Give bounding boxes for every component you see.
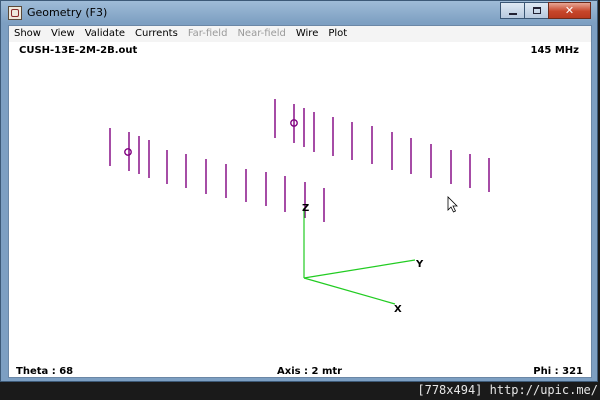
y-axis-line <box>303 259 416 279</box>
minimize-icon <box>509 13 517 15</box>
window-controls: ✕ <box>500 2 591 20</box>
geometry-canvas[interactable]: Z Y X <box>9 26 593 379</box>
mouse-cursor-icon <box>447 196 458 213</box>
geometry-window: Geometry (F3) ✕ Show View Validate Curre… <box>0 0 598 382</box>
axis-scale-readout: Axis : 2 mtr <box>277 366 343 377</box>
maximize-icon <box>533 7 541 14</box>
maximize-button[interactable] <box>524 2 549 19</box>
minimize-button[interactable] <box>500 2 525 19</box>
close-button[interactable]: ✕ <box>548 2 591 19</box>
x-axis-line <box>303 277 396 305</box>
coordinate-axes <box>303 208 416 305</box>
output-file-name: CUSH-13E-2M-2B.out <box>19 45 138 56</box>
close-icon: ✕ <box>564 4 575 17</box>
phi-readout: Phi : 321 <box>533 366 583 377</box>
axis-label-x: X <box>394 304 402 315</box>
window-title: Geometry (F3) <box>27 6 108 19</box>
antenna-wires <box>109 99 490 222</box>
axis-label-z: Z <box>302 203 309 214</box>
client-area: Show View Validate Currents Far-field Ne… <box>8 25 592 378</box>
frequency-label: 145 MHz <box>530 45 580 56</box>
axis-label-y: Y <box>415 259 424 270</box>
geometry-app-icon[interactable] <box>8 6 22 20</box>
front-boom-feed-point-icon <box>124 148 132 156</box>
title-bar[interactable]: Geometry (F3) ✕ <box>1 1 597 25</box>
image-watermark: [778x494] http://upic.me/ <box>417 383 598 397</box>
theta-readout: Theta : 68 <box>16 366 74 377</box>
